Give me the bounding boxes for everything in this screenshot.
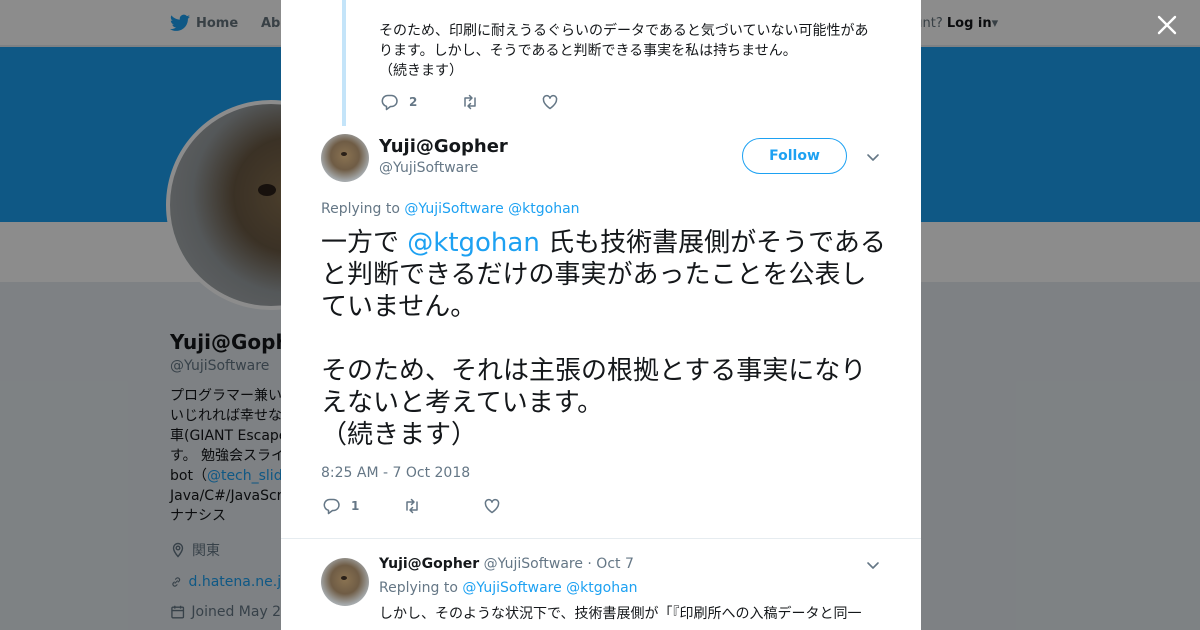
tweet-modal: そのため、印刷に耐えうるぐらいのデータであると気づいていない可能性があります。し… xyxy=(281,0,921,630)
main-tweet-replying-to: Replying to @YujiSoftware @ktgohan xyxy=(321,201,580,217)
reply-tweet-header: Yuji@Gopher @YujiSoftware · Oct 7 xyxy=(379,556,634,572)
reply-tweet-author-name[interactable]: Yuji@Gopher xyxy=(379,556,479,572)
tweet-text-part: 一方で xyxy=(321,228,408,258)
main-tweet-actions: 1 xyxy=(323,497,563,515)
tweet-text-part: 氏も技術書展側がそうであると判断できるだけの事実があったことを公表していません。… xyxy=(321,228,886,450)
main-tweet-timestamp[interactable]: 8:25 AM - 7 Oct 2018 xyxy=(321,465,470,481)
follow-button[interactable]: Follow xyxy=(742,138,847,174)
reply-action[interactable]: 2 xyxy=(381,93,461,111)
reply-tweet-text: しかし、そのような状況下で、技術書展側が「『印刷所への入稿データと同一 xyxy=(379,606,862,622)
close-icon xyxy=(1157,15,1177,35)
reply-tweet-avatar[interactable] xyxy=(321,558,369,606)
chevron-down-icon xyxy=(867,562,879,569)
reply-icon xyxy=(323,498,340,515)
like-icon xyxy=(484,498,500,514)
replying-mention[interactable]: @ktgohan xyxy=(566,580,637,596)
main-tweet-menu[interactable] xyxy=(865,149,881,165)
replying-mention[interactable]: @YujiSoftware xyxy=(462,580,561,596)
tweet-divider xyxy=(281,538,921,539)
parent-tweet[interactable]: そのため、印刷に耐えうるぐらいのデータであると気づいていない可能性があります。し… xyxy=(281,0,921,128)
retweet-icon xyxy=(406,498,418,514)
chevron-down-icon xyxy=(867,154,879,161)
main-tweet-author-name[interactable]: Yuji@Gopher xyxy=(379,136,508,157)
retweet-action[interactable] xyxy=(403,497,483,515)
reply-count: 2 xyxy=(409,95,418,109)
like-icon xyxy=(542,94,558,110)
replying-prefix: Replying to xyxy=(321,201,400,217)
parent-tweet-text: そのため、印刷に耐えうるぐらいのデータであると気づいていない可能性があります。し… xyxy=(379,23,869,79)
retweet-icon xyxy=(464,94,476,110)
like-action[interactable] xyxy=(483,497,563,515)
main-tweet-text: 一方で @ktgohan 氏も技術書展側がそうであると判断できるだけの事実があっ… xyxy=(321,227,891,451)
replying-mention[interactable]: @YujiSoftware xyxy=(404,201,503,217)
replying-prefix: Replying to xyxy=(379,580,458,596)
reply-tweet-menu[interactable] xyxy=(865,557,881,573)
main-tweet-avatar[interactable] xyxy=(321,134,369,182)
reply-tweet-replying-to: Replying to @YujiSoftware @ktgohan xyxy=(379,580,638,596)
reply-count: 1 xyxy=(351,499,360,513)
close-button[interactable] xyxy=(1154,12,1180,38)
reply-action[interactable]: 1 xyxy=(323,497,403,515)
like-action[interactable] xyxy=(541,93,621,111)
reply-tweet-author-handle[interactable]: @YujiSoftware xyxy=(484,556,583,572)
tweet-mention-link[interactable]: @ktgohan xyxy=(407,228,540,258)
reply-icon xyxy=(381,94,398,111)
parent-tweet-actions: 2 xyxy=(381,93,621,111)
thread-connector-line xyxy=(342,0,346,126)
main-tweet-header: Yuji@Gopher @YujiSoftware Follow xyxy=(321,134,881,184)
reply-tweet-date[interactable]: · Oct 7 xyxy=(587,556,633,572)
main-tweet-author-handle[interactable]: @YujiSoftware xyxy=(379,160,478,176)
retweet-action[interactable] xyxy=(461,93,541,111)
replying-mention[interactable]: @ktgohan xyxy=(508,201,579,217)
